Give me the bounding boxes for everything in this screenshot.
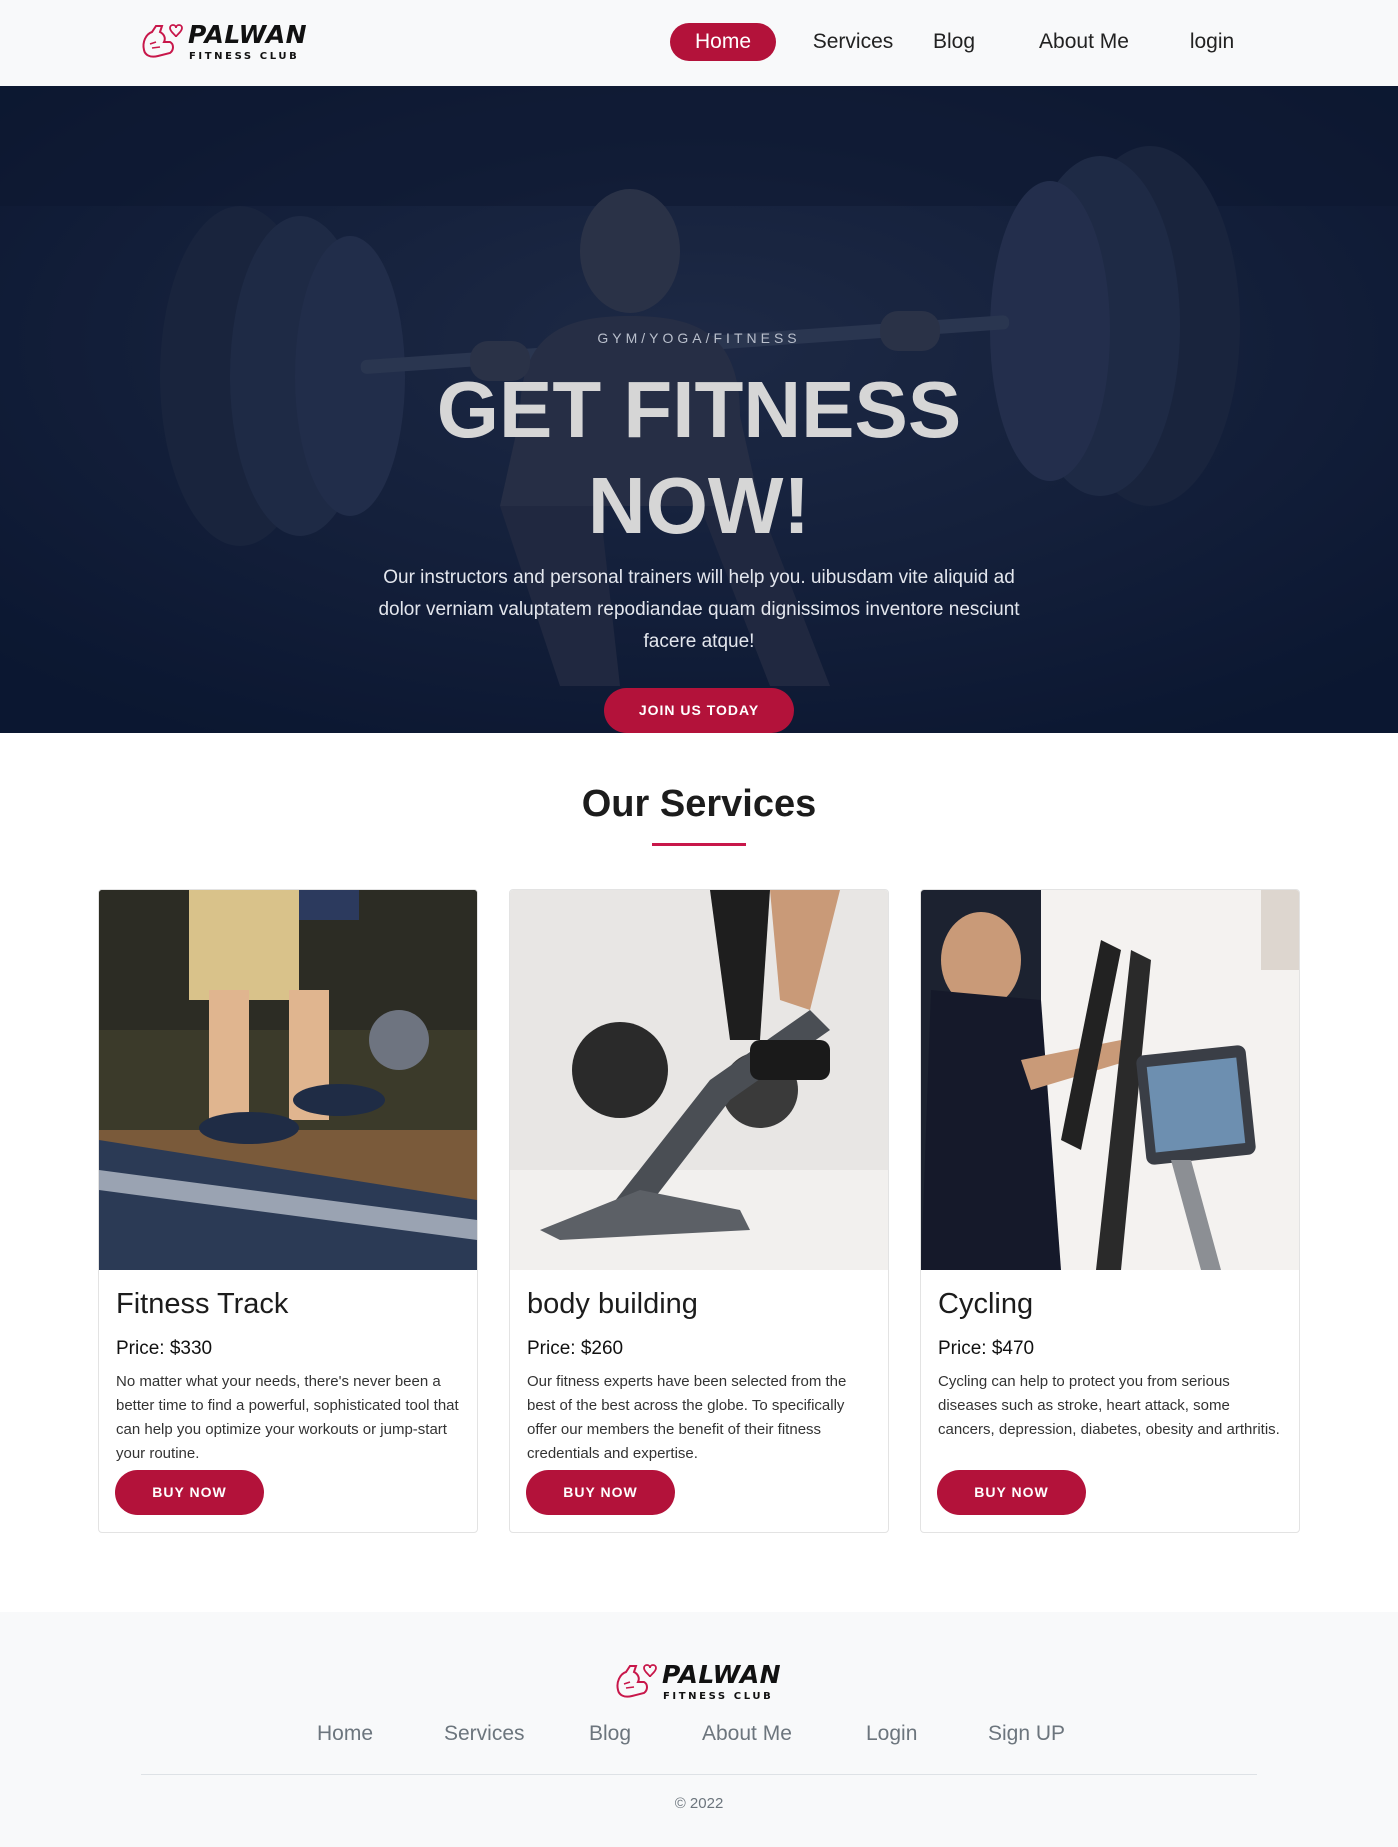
card-description: Our fitness experts have been selected f… xyxy=(527,1373,847,1462)
flexed-arm-icon xyxy=(142,24,183,58)
footer-link-services[interactable]: Services xyxy=(444,1722,525,1746)
footer-link-home[interactable]: Home xyxy=(317,1722,373,1746)
buy-now-button[interactable]: BUY NOW xyxy=(115,1470,264,1515)
buy-now-button[interactable]: BUY NOW xyxy=(937,1470,1086,1515)
elliptical-trainer-image xyxy=(921,890,1299,1270)
services-heading: Our Services xyxy=(581,783,817,825)
footer-link-about-me[interactable]: About Me xyxy=(702,1722,792,1746)
nav-blog[interactable]: Blog xyxy=(926,23,982,61)
hero-title: GET FITNESS NOW! xyxy=(436,365,962,550)
flexed-arm-icon xyxy=(616,1664,657,1698)
footer-link-sign-up[interactable]: Sign UP xyxy=(988,1722,1065,1746)
brand-tagline: FITNESS CLUB xyxy=(663,1691,774,1702)
footer-brand-logo[interactable]: PALWAN FITNESS CLUB xyxy=(614,1658,784,1708)
heading-underline xyxy=(652,843,746,846)
brand-tagline: FITNESS CLUB xyxy=(189,51,300,62)
footer: PALWAN FITNESS CLUB Home Services Blog A… xyxy=(0,1612,1398,1847)
footer-link-blog[interactable]: Blog xyxy=(589,1722,631,1746)
card-title: Fitness Track xyxy=(116,1288,289,1320)
brand-name: PALWAN xyxy=(662,1660,782,1689)
service-card-cycling: Cycling Price: $470 Cycling can help to … xyxy=(920,889,1300,1533)
nav-services[interactable]: Services xyxy=(806,23,900,61)
card-description: Cycling can help to protect you from ser… xyxy=(938,1373,1280,1438)
footer-divider xyxy=(141,1774,1257,1775)
service-card-body-building: body building Price: $260 Our fitness ex… xyxy=(509,889,889,1533)
hero-eyebrow: GYM/YOGA/FITNESS xyxy=(597,330,801,346)
stationary-bike-image xyxy=(510,890,888,1270)
copyright: © 2022 xyxy=(674,1795,724,1812)
service-card-fitness-track: Fitness Track Price: $330 No matter what… xyxy=(98,889,478,1533)
join-us-button[interactable]: JOIN US TODAY xyxy=(604,688,794,733)
navbar: PALWAN FITNESS CLUB Home Services Blog A… xyxy=(0,0,1398,86)
card-title: Cycling xyxy=(938,1288,1034,1320)
footer-link-login[interactable]: Login xyxy=(866,1722,917,1746)
buy-now-button[interactable]: BUY NOW xyxy=(526,1470,675,1515)
nav-login[interactable]: login xyxy=(1180,23,1244,61)
hero-description: Our instructors and personal trainers wi… xyxy=(378,567,1020,652)
hero-section: GYM/YOGA/FITNESS GET FITNESS NOW! Our in… xyxy=(0,86,1398,733)
card-price: Price: $260 xyxy=(527,1338,624,1359)
card-description: No matter what your needs, there's never… xyxy=(116,1373,459,1462)
brand-name: PALWAN xyxy=(188,20,308,49)
card-price: Price: $330 xyxy=(116,1338,213,1359)
brand-logo[interactable]: PALWAN FITNESS CLUB xyxy=(140,18,307,68)
card-title: body building xyxy=(527,1288,698,1320)
nav-home[interactable]: Home xyxy=(670,23,776,61)
card-price: Price: $470 xyxy=(938,1338,1035,1359)
nav-about-me[interactable]: About Me xyxy=(1032,23,1136,61)
treadmill-image xyxy=(99,890,477,1270)
footer-nav: Home Services Blog About Me Login Sign U… xyxy=(0,1722,1398,1752)
